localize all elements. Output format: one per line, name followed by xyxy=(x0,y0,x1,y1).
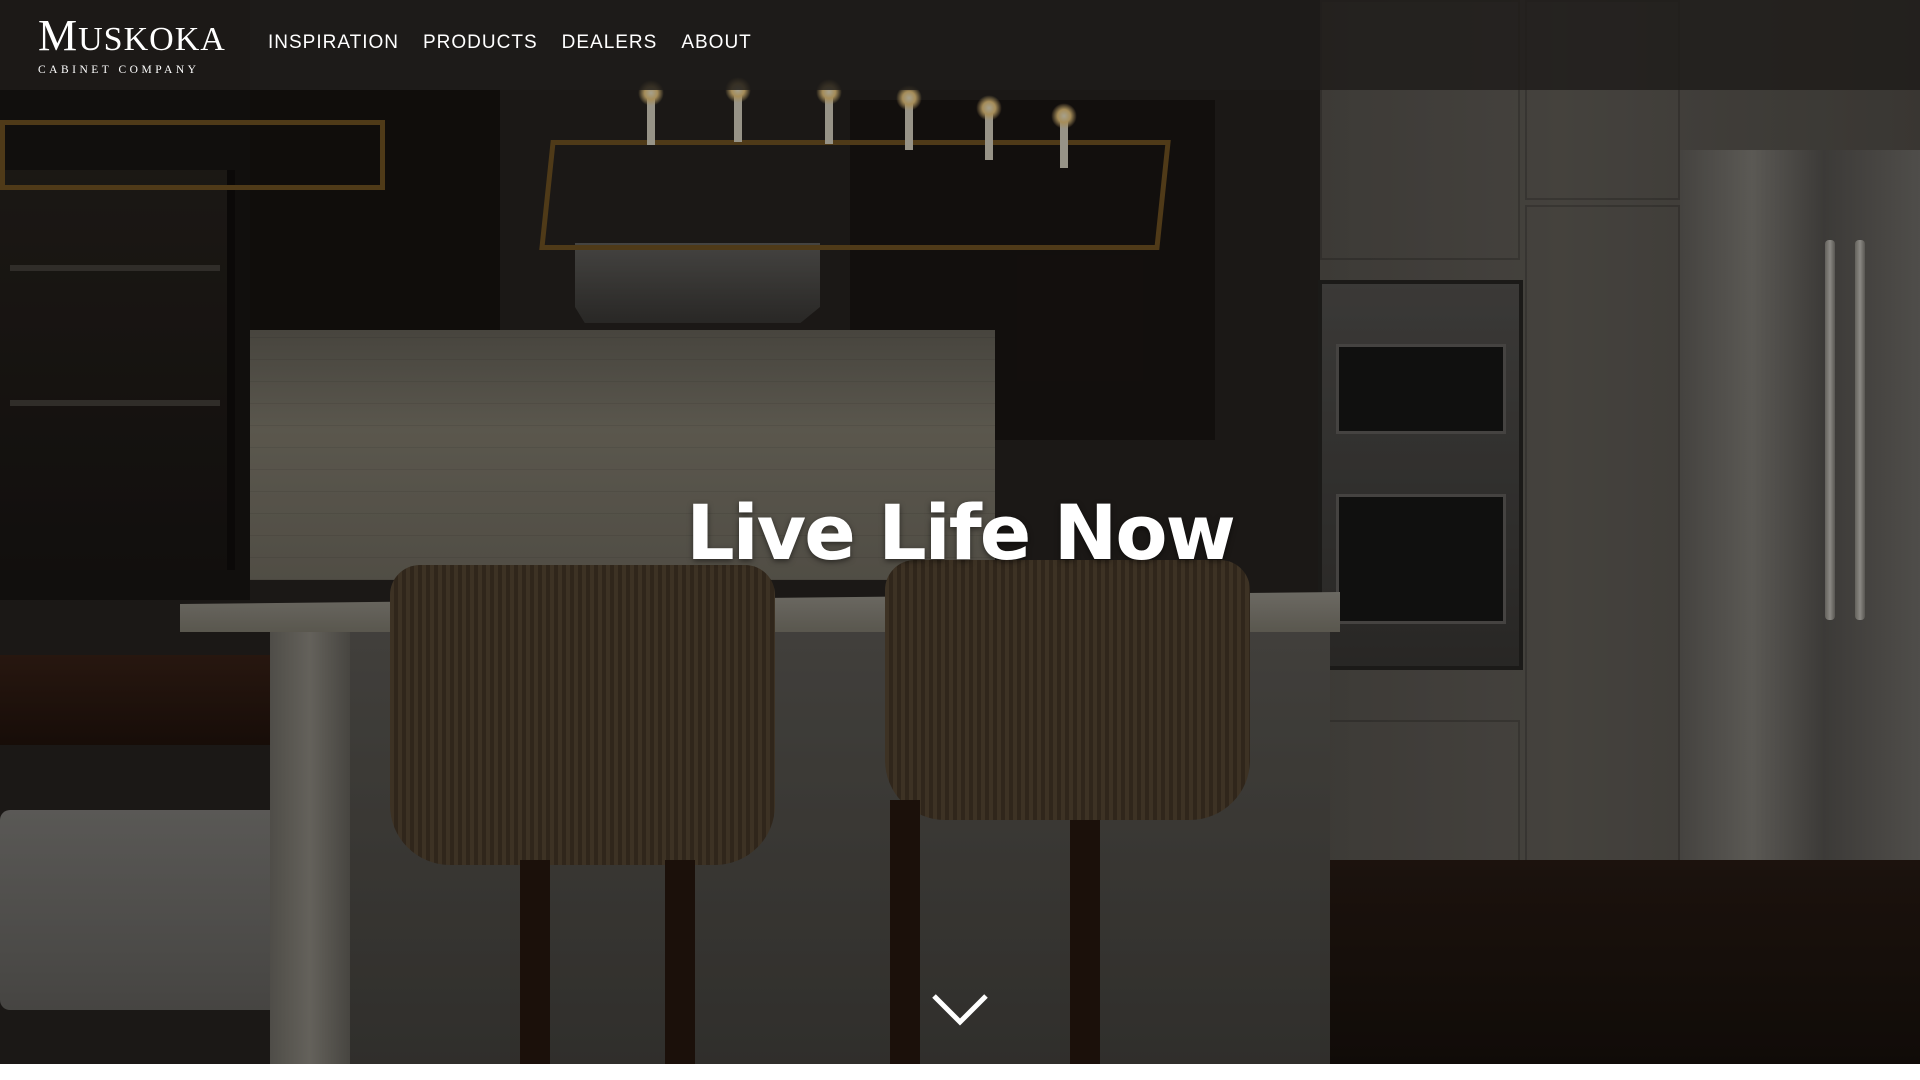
chevron-down-icon[interactable] xyxy=(930,990,990,1030)
brand-logo[interactable]: MUSKOKA CABINET COMPANY xyxy=(38,11,226,77)
hero-title: Live Life Now xyxy=(686,488,1236,577)
nav-dealers[interactable]: DEALERS xyxy=(562,32,658,54)
logo-tagline: CABINET COMPANY xyxy=(38,64,200,76)
nav-products[interactable]: PRODUCTS xyxy=(423,32,538,54)
nav-about[interactable]: ABOUT xyxy=(681,32,751,54)
logo-name: USKOKA xyxy=(78,21,226,58)
page-bottom-edge xyxy=(0,1064,1920,1080)
nav-inspiration[interactable]: INSPIRATION xyxy=(268,32,399,54)
top-navigation-bar: MUSKOKA CABINET COMPANY INSPIRATION PROD… xyxy=(0,0,1920,90)
logo-initial: M xyxy=(38,11,79,60)
main-nav: INSPIRATION PRODUCTS DEALERS ABOUT xyxy=(268,32,752,54)
